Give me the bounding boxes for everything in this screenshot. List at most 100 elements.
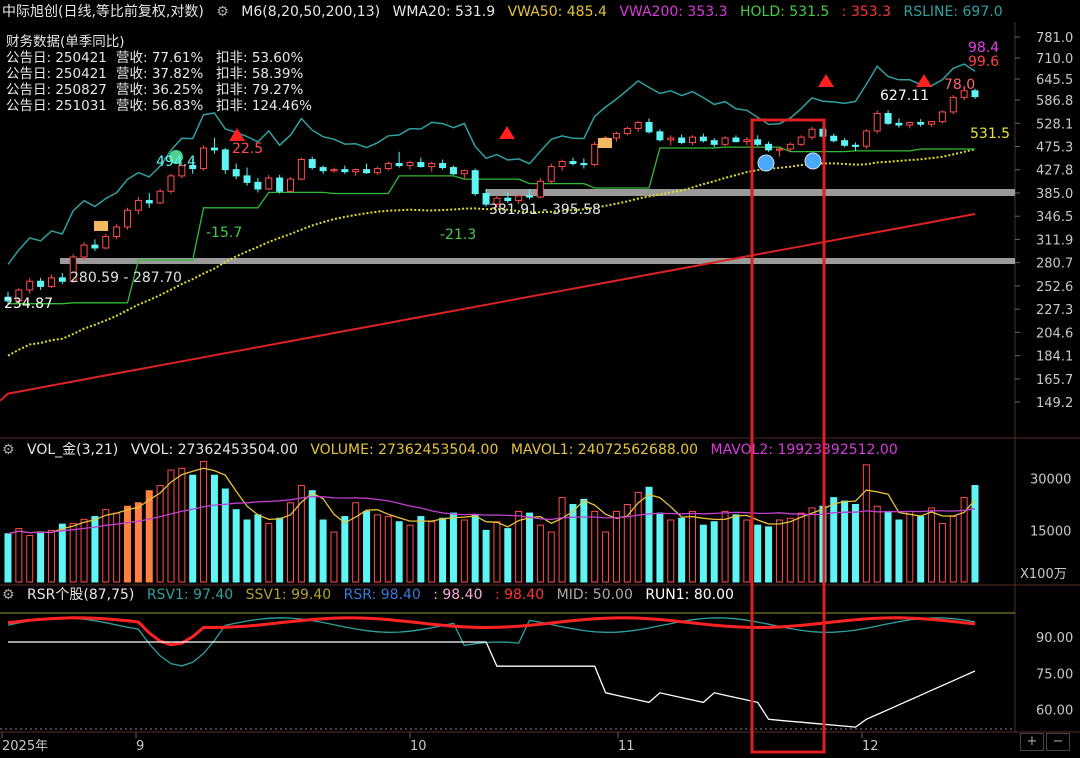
candle-body	[938, 111, 946, 123]
candle-body	[689, 136, 697, 144]
candle-body	[667, 137, 675, 141]
volume-bar	[493, 521, 501, 583]
volume-bar	[276, 517, 284, 583]
wma20-value: WMA20: 531.9	[392, 4, 496, 20]
rs996-label: 99.6	[968, 54, 999, 70]
volume-bar	[330, 531, 338, 583]
volume-bar	[319, 519, 327, 583]
hold2-value: : 353.3	[841, 4, 892, 20]
price-tick-label: 385.0	[1036, 187, 1073, 202]
volume-bar	[536, 524, 544, 583]
candle-body	[58, 277, 66, 282]
price-tick-label: 710.0	[1036, 52, 1073, 67]
flag-marker	[598, 138, 612, 148]
price-tick-label: 346.5	[1036, 210, 1073, 225]
volume-bar	[243, 519, 251, 583]
rsr-value: RSR: 98.40	[343, 587, 421, 603]
candle-body	[765, 143, 773, 151]
candle-body	[471, 170, 479, 195]
rsr-header: ⚙ RSR个股(87,75) RSV1: 97.40 SSV1: 99.40 R…	[2, 586, 742, 604]
volume-bar	[580, 498, 588, 583]
candle-body	[743, 139, 751, 143]
volume-bar	[308, 490, 316, 583]
volume-bar	[754, 524, 762, 583]
financial-title: 财务数据(单季同比)	[6, 34, 125, 50]
volume-bar	[699, 524, 707, 583]
price-header: 中际旭创(日线,等比前复权,对数) ⚙ M6(8,20,50,200,13) W…	[2, 3, 1011, 21]
settings-icon[interactable]: ⚙	[216, 4, 229, 20]
candle-body	[786, 143, 794, 150]
candle-body	[569, 161, 577, 165]
indicator-name[interactable]: M6(8,20,50,200,13)	[241, 4, 380, 20]
candle-body	[515, 195, 523, 202]
candle-body	[124, 209, 132, 228]
rsr-tick-label: 60.00	[1036, 704, 1073, 719]
candle-body	[536, 180, 544, 198]
candle-body	[395, 163, 403, 167]
zone2-label: 381.91 - 395.58	[489, 202, 601, 218]
hold-value: HOLD: 531.5	[739, 4, 830, 20]
volume-bar	[884, 510, 892, 583]
financial-row: 公告日: 250827 营收: 36.25% 扣非: 79.27%	[6, 82, 304, 98]
hold-value-label: 531.5	[970, 126, 1010, 142]
volume-bar	[449, 512, 457, 583]
rsr-indicator-name[interactable]: RSR个股(87,75)	[27, 587, 134, 603]
candle-body	[504, 197, 512, 202]
rsr-tick-label: 90.00	[1036, 631, 1073, 646]
candle-body	[656, 131, 664, 141]
volume-bar	[15, 528, 23, 583]
volume-bar	[808, 507, 816, 583]
volume-bar	[102, 509, 110, 583]
candle-body	[102, 236, 110, 249]
zoom-out-button[interactable]: −	[1046, 733, 1070, 751]
volume-bar	[4, 533, 12, 583]
rsv1-value: RSV1: 97.40	[146, 587, 234, 603]
candle-body	[319, 167, 327, 172]
run1-value: RUN1: 80.00	[645, 587, 734, 603]
candle-body	[917, 121, 925, 125]
volume-bar	[428, 521, 436, 583]
candle-body	[265, 177, 273, 190]
candle-body	[145, 200, 153, 204]
zoom-in-button[interactable]: +	[1020, 733, 1044, 751]
volume-bar	[352, 502, 360, 583]
volume-bar	[156, 485, 164, 583]
volume-bar	[830, 497, 838, 583]
candle-body	[830, 135, 838, 142]
settings-icon[interactable]: ⚙	[2, 442, 15, 458]
candle-body	[406, 162, 414, 167]
candle-body	[623, 127, 631, 135]
candle-body	[710, 140, 718, 145]
mavol1-value: MAVOL1: 24072562688.00	[510, 442, 699, 458]
volume-bar	[471, 514, 479, 583]
candle-body	[276, 177, 284, 192]
volume-bar	[37, 531, 45, 583]
candle-body	[906, 121, 914, 126]
volume-bar	[526, 512, 534, 583]
candle-body	[460, 170, 468, 175]
price-tick-label: 781.0	[1036, 31, 1073, 46]
candle-body	[873, 113, 881, 132]
candle-body	[841, 140, 849, 146]
financial-row: 公告日: 250421 营收: 77.61% 扣非: 53.60%	[6, 50, 304, 66]
volume-bar	[384, 516, 392, 583]
rsr-axis: 90.00 75.00 60.00	[1036, 631, 1073, 719]
volume-indicator-name[interactable]: VOL_金(3,21)	[27, 442, 118, 458]
candle-body	[449, 167, 457, 175]
price-tick-label: 280.7	[1036, 257, 1073, 272]
candle-body	[254, 181, 262, 190]
stock-title[interactable]: 中际旭创(日线,等比前复权,对数)	[2, 4, 204, 20]
volume-bar	[721, 510, 729, 583]
volume-bar	[265, 522, 273, 583]
price-tick-label: 252.6	[1036, 280, 1073, 295]
candle-body	[243, 175, 251, 183]
volume-bar	[69, 522, 77, 583]
candle-body	[363, 169, 371, 174]
date-tick-label: 9	[136, 739, 144, 754]
volume-bar	[189, 474, 197, 583]
volume-bar	[612, 510, 620, 583]
volume-bar	[732, 514, 740, 583]
candle-body	[352, 169, 360, 173]
settings-icon[interactable]: ⚙	[2, 587, 15, 603]
candle-body	[612, 133, 620, 139]
